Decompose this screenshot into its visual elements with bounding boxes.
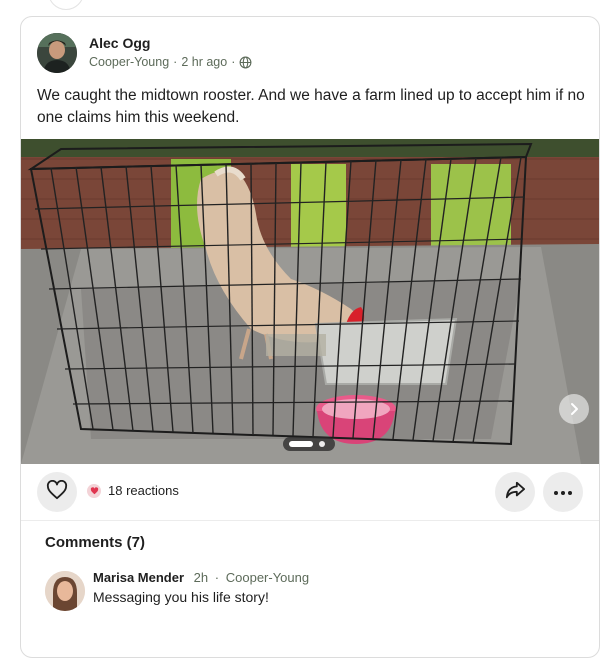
commenter-avatar[interactable] [45, 571, 85, 611]
post-card: Alec Ogg Cooper-Young · 2 hr ago · We ca… [20, 16, 600, 658]
carousel-next-button[interactable] [559, 394, 589, 424]
heart-icon [46, 479, 68, 505]
comment-item: Marisa Mender 2h · Cooper-Young Messagin… [45, 569, 585, 629]
reactions-count: 18 reactions [108, 483, 179, 498]
post-time: 2 hr ago [181, 55, 228, 69]
post-actions: 18 reactions [21, 464, 599, 520]
comment-header: Marisa Mender 2h · Cooper-Young [93, 570, 309, 585]
share-button[interactable] [495, 472, 535, 512]
carousel-dot[interactable] [319, 441, 325, 447]
comment-text: Messaging you his life story! [93, 589, 269, 605]
globe-icon [239, 56, 252, 69]
divider [21, 520, 599, 521]
meta-separator-2: · [231, 55, 236, 69]
author-neighborhood[interactable]: Cooper-Young [89, 55, 169, 69]
previous-post-button-fragment[interactable] [48, 0, 84, 10]
like-button[interactable] [37, 472, 77, 512]
commenter-neighborhood[interactable]: Cooper-Young [226, 570, 309, 585]
post-photo[interactable] [21, 139, 599, 464]
carousel-dot-active[interactable] [289, 441, 313, 447]
more-icon [553, 483, 573, 501]
chevron-right-icon [567, 402, 581, 416]
comment-time: 2h [193, 570, 209, 585]
carousel-indicator [283, 437, 335, 451]
commenter-name[interactable]: Marisa Mender [93, 570, 184, 585]
post-text: We caught the midtown rooster. And we ha… [37, 87, 585, 126]
comment-meta-separator: · [214, 570, 220, 585]
author-name[interactable]: Alec Ogg [89, 35, 150, 51]
comments-title: Comments (7) [45, 534, 146, 551]
author-avatar[interactable] [37, 33, 77, 73]
more-options-button[interactable] [543, 472, 583, 512]
share-icon [504, 480, 526, 505]
heart-reaction-icon [87, 483, 101, 498]
meta-separator: · [173, 55, 178, 69]
reactions-summary[interactable]: 18 reactions [87, 483, 179, 498]
post-meta: Cooper-Young · 2 hr ago · [89, 55, 252, 69]
